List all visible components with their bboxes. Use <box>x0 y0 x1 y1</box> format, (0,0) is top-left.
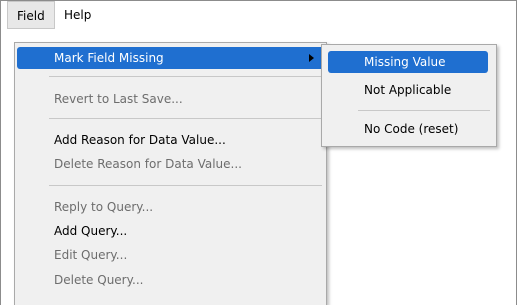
mark-missing-submenu: Missing Value Not Applicable No Code (re… <box>321 44 497 147</box>
menu-item-edit-query: Edit Query... <box>17 244 324 266</box>
menu-item-label: Edit Query... <box>54 248 128 262</box>
menu-item-label: Add Query... <box>54 224 128 238</box>
submenu-item-label: No Code (reset) <box>364 122 459 136</box>
menu-separator <box>49 118 322 119</box>
menu-item-label: Reply to Query... <box>54 200 154 214</box>
submenu-separator <box>358 110 490 111</box>
menu-item-label: Mark Field Missing <box>54 51 164 65</box>
menu-separator <box>49 185 322 186</box>
menubar-help-label: Help <box>64 8 92 22</box>
submenu-item-label: Missing Value <box>364 55 446 69</box>
submenu-item-not-applicable[interactable]: Not Applicable <box>328 79 488 101</box>
menu-separator <box>49 76 322 77</box>
menu-item-add-query[interactable]: Add Query... <box>17 220 324 242</box>
window-frame-left <box>0 0 1 305</box>
menu-item-delete-query: Delete Query... <box>17 269 324 291</box>
submenu-arrow-icon <box>309 54 314 62</box>
menu-item-mark-field-missing[interactable]: Mark Field Missing <box>17 47 324 69</box>
menu-item-add-reason[interactable]: Add Reason for Data Value... <box>17 129 324 151</box>
menu-item-revert-to-last-save: Revert to Last Save... <box>17 88 324 110</box>
menu-item-label: Delete Query... <box>54 273 144 287</box>
field-dropdown-menu: Mark Field Missing Revert to Last Save..… <box>14 42 327 305</box>
submenu-item-no-code-reset[interactable]: No Code (reset) <box>328 118 488 140</box>
submenu-item-missing-value[interactable]: Missing Value <box>328 51 488 73</box>
menu-item-reply-to-query: Reply to Query... <box>17 196 324 218</box>
menu-item-label: Revert to Last Save... <box>54 92 183 106</box>
menubar-field-label: Field <box>17 9 45 23</box>
menubar-help[interactable]: Help <box>55 1 100 29</box>
menubar: Field Help <box>1 1 516 29</box>
menubar-field[interactable]: Field <box>7 1 55 29</box>
menu-item-label: Delete Reason for Data Value... <box>54 157 242 171</box>
menu-item-delete-reason: Delete Reason for Data Value... <box>17 153 324 175</box>
menu-item-label: Add Reason for Data Value... <box>54 133 226 147</box>
submenu-item-label: Not Applicable <box>364 83 452 97</box>
